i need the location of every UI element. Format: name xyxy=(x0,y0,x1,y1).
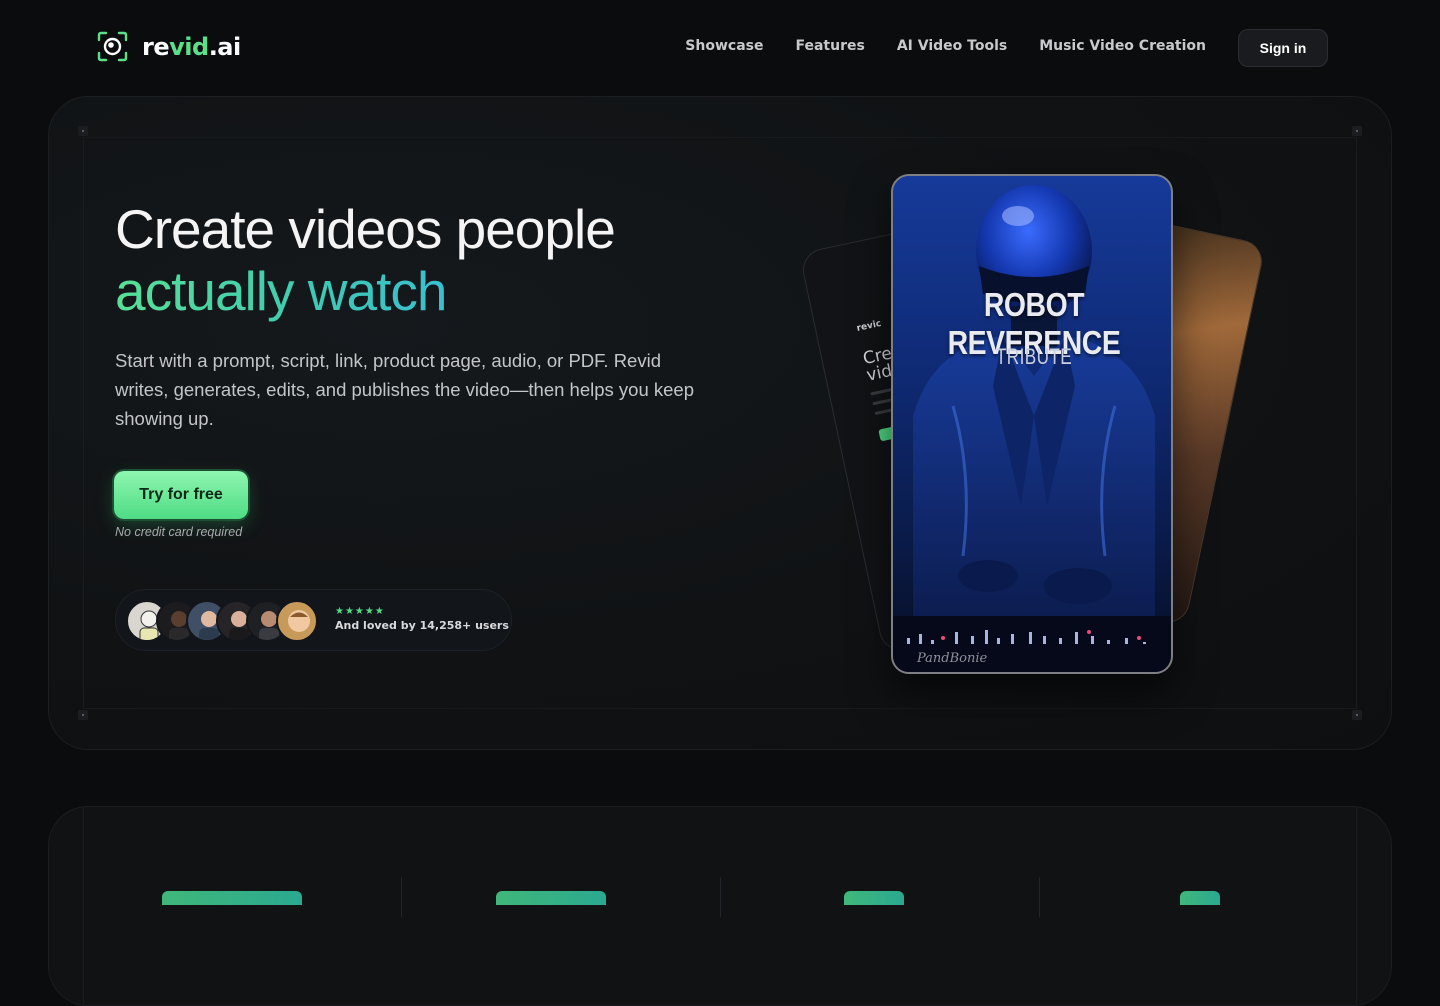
hero-headline: Create videos people actually watch xyxy=(115,198,616,322)
video-brand-watermark: PandBonie xyxy=(917,651,988,666)
no-credit-card-note: No credit card required xyxy=(115,525,243,539)
avatar xyxy=(276,600,318,642)
hero-section: Create videos people actually watch Star… xyxy=(48,96,1392,750)
nav-link-music-video-creation[interactable]: Music Video Creation xyxy=(1039,38,1206,54)
nav-link-features[interactable]: Features xyxy=(795,38,864,54)
stat-value-clipped xyxy=(162,891,302,905)
user-avatar-group xyxy=(126,600,326,642)
guide-line-right xyxy=(1356,137,1357,709)
nav-link-ai-video-tools[interactable]: AI Video Tools xyxy=(897,38,1007,54)
guide-line-bottom xyxy=(83,708,1357,709)
rating-stars: ★★★★★ xyxy=(335,606,385,617)
robot-dj-artwork xyxy=(893,185,1171,672)
corner-marker xyxy=(78,126,88,136)
headline-line-2-gradient: actually watch xyxy=(115,260,447,322)
stat-divider xyxy=(720,877,721,917)
headline-line-1: Create videos people xyxy=(115,198,616,260)
sign-in-button[interactable]: Sign in xyxy=(1238,29,1328,67)
guide-line-top xyxy=(83,137,1357,138)
guide-line-left xyxy=(83,137,84,709)
loved-by-users-text: And loved by 14,258+ users xyxy=(335,619,509,632)
logo-wordmark: revid.ai xyxy=(142,32,241,61)
hero-subtext: Start with a prompt, script, link, produ… xyxy=(115,350,695,429)
stat-value-clipped xyxy=(844,891,904,905)
stats-section xyxy=(48,806,1392,1006)
corner-marker xyxy=(1352,710,1362,720)
corner-marker xyxy=(1352,126,1362,136)
video-subtitle: TRIBUTE xyxy=(995,344,1073,369)
try-for-free-button[interactable]: Try for free xyxy=(114,471,248,519)
stat-value-clipped xyxy=(496,891,606,905)
stat-divider xyxy=(1039,877,1040,917)
nav-links: Showcase Features AI Video Tools Music V… xyxy=(685,38,1206,54)
corner-marker xyxy=(78,710,88,720)
showcase-video-card[interactable]: ROBOT REVERENCE TRIBUTE PandBonie xyxy=(891,174,1173,674)
hero-top-glow-line xyxy=(199,96,1249,97)
stat-divider xyxy=(401,877,402,917)
guide-line-right xyxy=(1356,807,1357,1005)
logo-link[interactable]: revid.ai xyxy=(95,29,241,64)
social-proof-pill: ★★★★★ And loved by 14,258+ users xyxy=(115,589,512,651)
nav-link-showcase[interactable]: Showcase xyxy=(685,38,763,54)
mini-revid-logo: revic xyxy=(855,318,883,334)
stat-value-clipped xyxy=(1180,891,1220,905)
top-nav: revid.ai Showcase Features AI Video Tool… xyxy=(0,0,1440,96)
guide-line-left xyxy=(83,807,84,1005)
camera-lens-logo-icon xyxy=(97,31,128,62)
